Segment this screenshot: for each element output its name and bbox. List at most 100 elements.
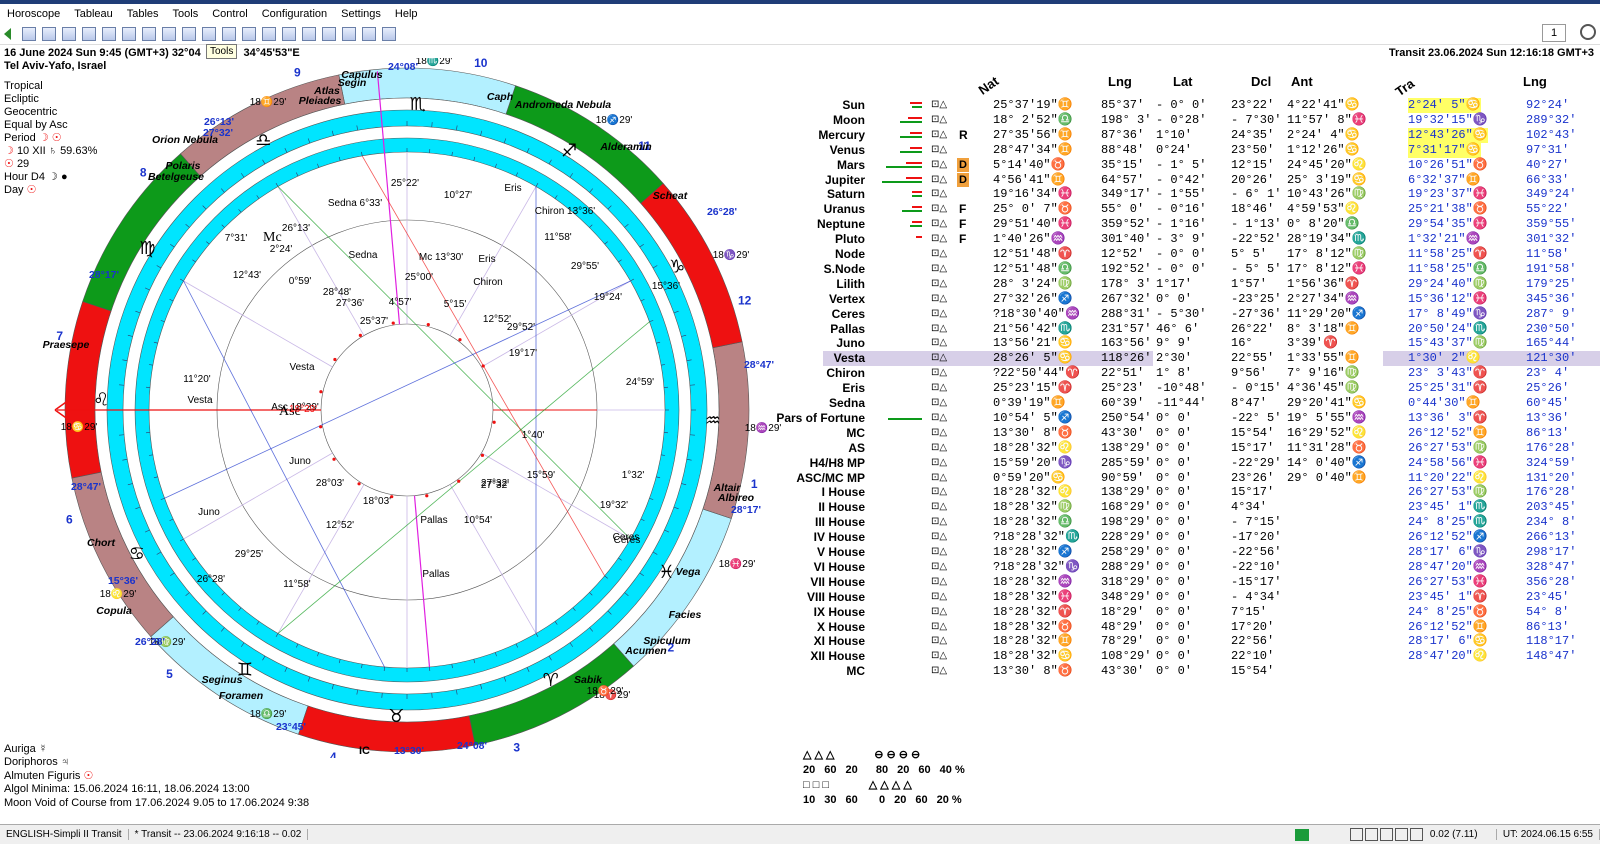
table-row[interactable]: MC⊡△13°30' 8"♉43°30'0° 0'15°54' (783, 664, 1600, 679)
toolbar-button-8[interactable] (162, 27, 176, 41)
toolbar-button-11[interactable] (222, 27, 236, 41)
transit-longitude: 102°43' (1526, 128, 1576, 143)
table-row[interactable]: Pluto⊡△F1°40'26"♒301°40'- 3° 9'-22°52'28… (783, 232, 1600, 247)
table-row[interactable]: Pallas⊡△21°56'42"♏231°57'46° 6'26°22'8° … (783, 322, 1600, 337)
status-icon[interactable] (1350, 828, 1363, 841)
circle-icon[interactable] (1580, 24, 1596, 40)
declination: -17°20' (1231, 530, 1281, 545)
table-row[interactable]: VI House⊡△?18°28'32"♑288°29'0° 0'-22°10'… (783, 560, 1600, 575)
table-row[interactable]: Chiron⊡△?22°50'44"♈22°51'1° 8'9°56'7° 9'… (783, 366, 1600, 381)
back-arrow-icon[interactable] (4, 28, 11, 40)
table-row[interactable]: Ceres⊡△?18°30'40"♒288°31'- 5°30'-27°36'1… (783, 307, 1600, 322)
table-row[interactable]: MC⊡△13°30' 8"♉43°30'0° 0'15°54'16°29'52"… (783, 426, 1600, 441)
table-row[interactable]: VII House⊡△18°28'32"♒318°29'0° 0'-15°17'… (783, 575, 1600, 590)
transit-longitude: 203°45' (1526, 500, 1576, 515)
planet-dot (332, 458, 335, 461)
toolbar-button-2[interactable] (42, 27, 56, 41)
status-icon[interactable] (1395, 828, 1408, 841)
antiscion: 17° 8'12"♓ (1287, 262, 1367, 277)
toolbar-button-1[interactable] (22, 27, 36, 41)
table-row[interactable]: S.Node⊡△12°51'48"♎192°52'- 0° 0'- 5° 5'1… (783, 262, 1600, 277)
toolbar-button-3[interactable] (62, 27, 76, 41)
table-row[interactable]: Sedna⊡△0°39'19"♊60°39'-11°44'8°47'29°20'… (783, 396, 1600, 411)
menu-settings[interactable]: Settings (334, 8, 388, 20)
table-row[interactable]: Vertex⊡△27°32'26"♐267°32'0° 0'-23°25'2°2… (783, 292, 1600, 307)
aspect-icons: ⊡△ (931, 649, 947, 664)
toolbar-button-7[interactable] (142, 27, 156, 41)
transit-position: 15°36'12"♓ (1408, 292, 1488, 307)
toolbar-button-14[interactable] (282, 27, 296, 41)
toolbar-button-12[interactable] (242, 27, 256, 41)
table-row[interactable]: X House⊡△18°28'32"♉48°29'0° 0'17°20'26°1… (783, 620, 1600, 635)
direct-flag: D (957, 158, 969, 172)
transit-position: 23° 3'43"♈ (1408, 366, 1488, 381)
table-row[interactable]: Vesta⊡△28°26' 5"♋118°26'2°30'22°55'1°33'… (783, 351, 1600, 366)
status-icon[interactable] (1380, 828, 1393, 841)
latitude: -11°44' (1156, 396, 1206, 411)
table-row[interactable]: Neptune⊡△F29°51'40"♓359°52'- 1°16'- 1°13… (783, 217, 1600, 232)
menu-configuration[interactable]: Configuration (255, 8, 334, 20)
table-row[interactable]: I House⊡△18°28'32"♌138°29'0° 0'15°17'26°… (783, 485, 1600, 500)
toolbar-button-9[interactable] (182, 27, 196, 41)
declination: - 7°15' (1231, 515, 1281, 530)
toolbar-button-10[interactable] (202, 27, 216, 41)
table-row[interactable]: XII House⊡△18°28'32"♋108°29'0° 0'22°10'2… (783, 649, 1600, 664)
table-row[interactable]: IV House⊡△?18°28'32"♏228°29'0° 0'-17°20'… (783, 530, 1600, 545)
table-row[interactable]: Eris⊡△25°23'15"♈25°23'-10°48'- 0°15'4°36… (783, 381, 1600, 396)
natal-position: 29°51'40"♓ (993, 217, 1073, 232)
status-icon[interactable] (1410, 828, 1423, 841)
toolbar-button-19[interactable] (382, 27, 396, 41)
stat: 60 (915, 793, 927, 808)
aspect-icons: ⊡△ (931, 530, 947, 545)
table-row[interactable]: IX House⊡△18°28'32"♈18°29'0° 0'7°15'24° … (783, 605, 1600, 620)
toolbar-button-15[interactable] (302, 27, 316, 41)
status-icon[interactable] (1365, 828, 1378, 841)
toolbar-button-6[interactable] (122, 27, 136, 41)
chart-number-spinner[interactable]: 1 (1542, 24, 1566, 42)
table-row[interactable]: Lilith⊡△28° 3'24"♍178° 3'1°17'1°57'1°56'… (783, 277, 1600, 292)
table-row[interactable]: H4/H8 MP⊡△15°59'20"♑285°59'0° 0'-22°29'1… (783, 456, 1600, 471)
natal-planet-label: 24°59' (626, 377, 654, 388)
menu-control[interactable]: Control (205, 8, 254, 20)
table-row[interactable]: Juno⊡△13°56'21"♋163°56'9° 9'16°3°39'♈15°… (783, 336, 1600, 351)
planet-dot (481, 454, 484, 457)
table-row[interactable]: Sun⊡△25°37'19"♊85°37'- 0° 0'23°22'4°22'4… (783, 98, 1600, 113)
transit-longitude: 23° 4' (1526, 366, 1569, 381)
transit-position: 25°25'31"♈ (1408, 381, 1488, 396)
table-row[interactable]: Saturn⊡△19°16'34"♓349°17'- 1°55'- 6° 1'1… (783, 187, 1600, 202)
toolbar-button-4[interactable] (82, 27, 96, 41)
menu-tables[interactable]: Tables (120, 8, 166, 20)
natal-position: ?18°28'32"♏ (993, 530, 1080, 545)
outer-degree-label: 26°28' (707, 206, 737, 218)
longitude: 138°29' (1101, 441, 1151, 456)
table-row[interactable]: V House⊡△18°28'32"♐258°29'0° 0'-22°56'28… (783, 545, 1600, 560)
transit-position: 0°44'30"♊ (1408, 396, 1481, 411)
menu-horoscope[interactable]: Horoscope (0, 8, 67, 20)
cusp-degree-label: 18♏29' (416, 58, 453, 67)
toolbar-button-18[interactable] (362, 27, 376, 41)
toolbar-button-17[interactable] (342, 27, 356, 41)
table-row[interactable]: XI House⊡△18°28'32"♊78°29'0° 0'22°56'28°… (783, 634, 1600, 649)
transit-longitude: 230°50' (1526, 322, 1576, 337)
menu-tableau[interactable]: Tableau (67, 8, 120, 20)
table-row[interactable]: ASC/MC MP⊡△0°59'20"♋90°59'0° 0'23°26'29°… (783, 471, 1600, 486)
latitude: 1°10' (1156, 128, 1192, 143)
antiscion: 11°57' 8"♓ (1287, 113, 1367, 128)
transit-planet-label: 29°55' (571, 261, 599, 272)
doriphoros: Doriphoros (4, 756, 58, 768)
table-row[interactable]: II House⊡△18°28'32"♍168°29'0° 0'4°34'23°… (783, 500, 1600, 515)
aspect-icons: ⊡△ (931, 471, 947, 486)
table-row[interactable]: III House⊡△18°28'32"♎198°29'0° 0'- 7°15'… (783, 515, 1600, 530)
table-row[interactable]: VIII House⊡△18°28'32"♓348°29'0° 0'- 4°34… (783, 590, 1600, 605)
longitude: 258°29' (1101, 545, 1151, 560)
table-row[interactable]: Node⊡△12°51'48"♈12°52'- 0° 0'5° 5'17° 8'… (783, 247, 1600, 262)
natal-position: 13°30' 8"♉ (993, 426, 1073, 441)
menu-help[interactable]: Help (388, 8, 425, 20)
toolbar-button-5[interactable] (102, 27, 116, 41)
toolbar-button-16[interactable] (322, 27, 336, 41)
menu-tools[interactable]: Tools (166, 8, 206, 20)
toolbar-button-13[interactable] (262, 27, 276, 41)
table-row[interactable]: AS⊡△18°28'32"♌138°29'0° 0'15°17'11°31'28… (783, 441, 1600, 456)
latitude: - 0°16' (1156, 202, 1206, 217)
chart-wheel[interactable]: ♌♋♊♉♈♓♒♑♐♏♎♍123456789101112CapulusSeginA… (0, 58, 790, 758)
